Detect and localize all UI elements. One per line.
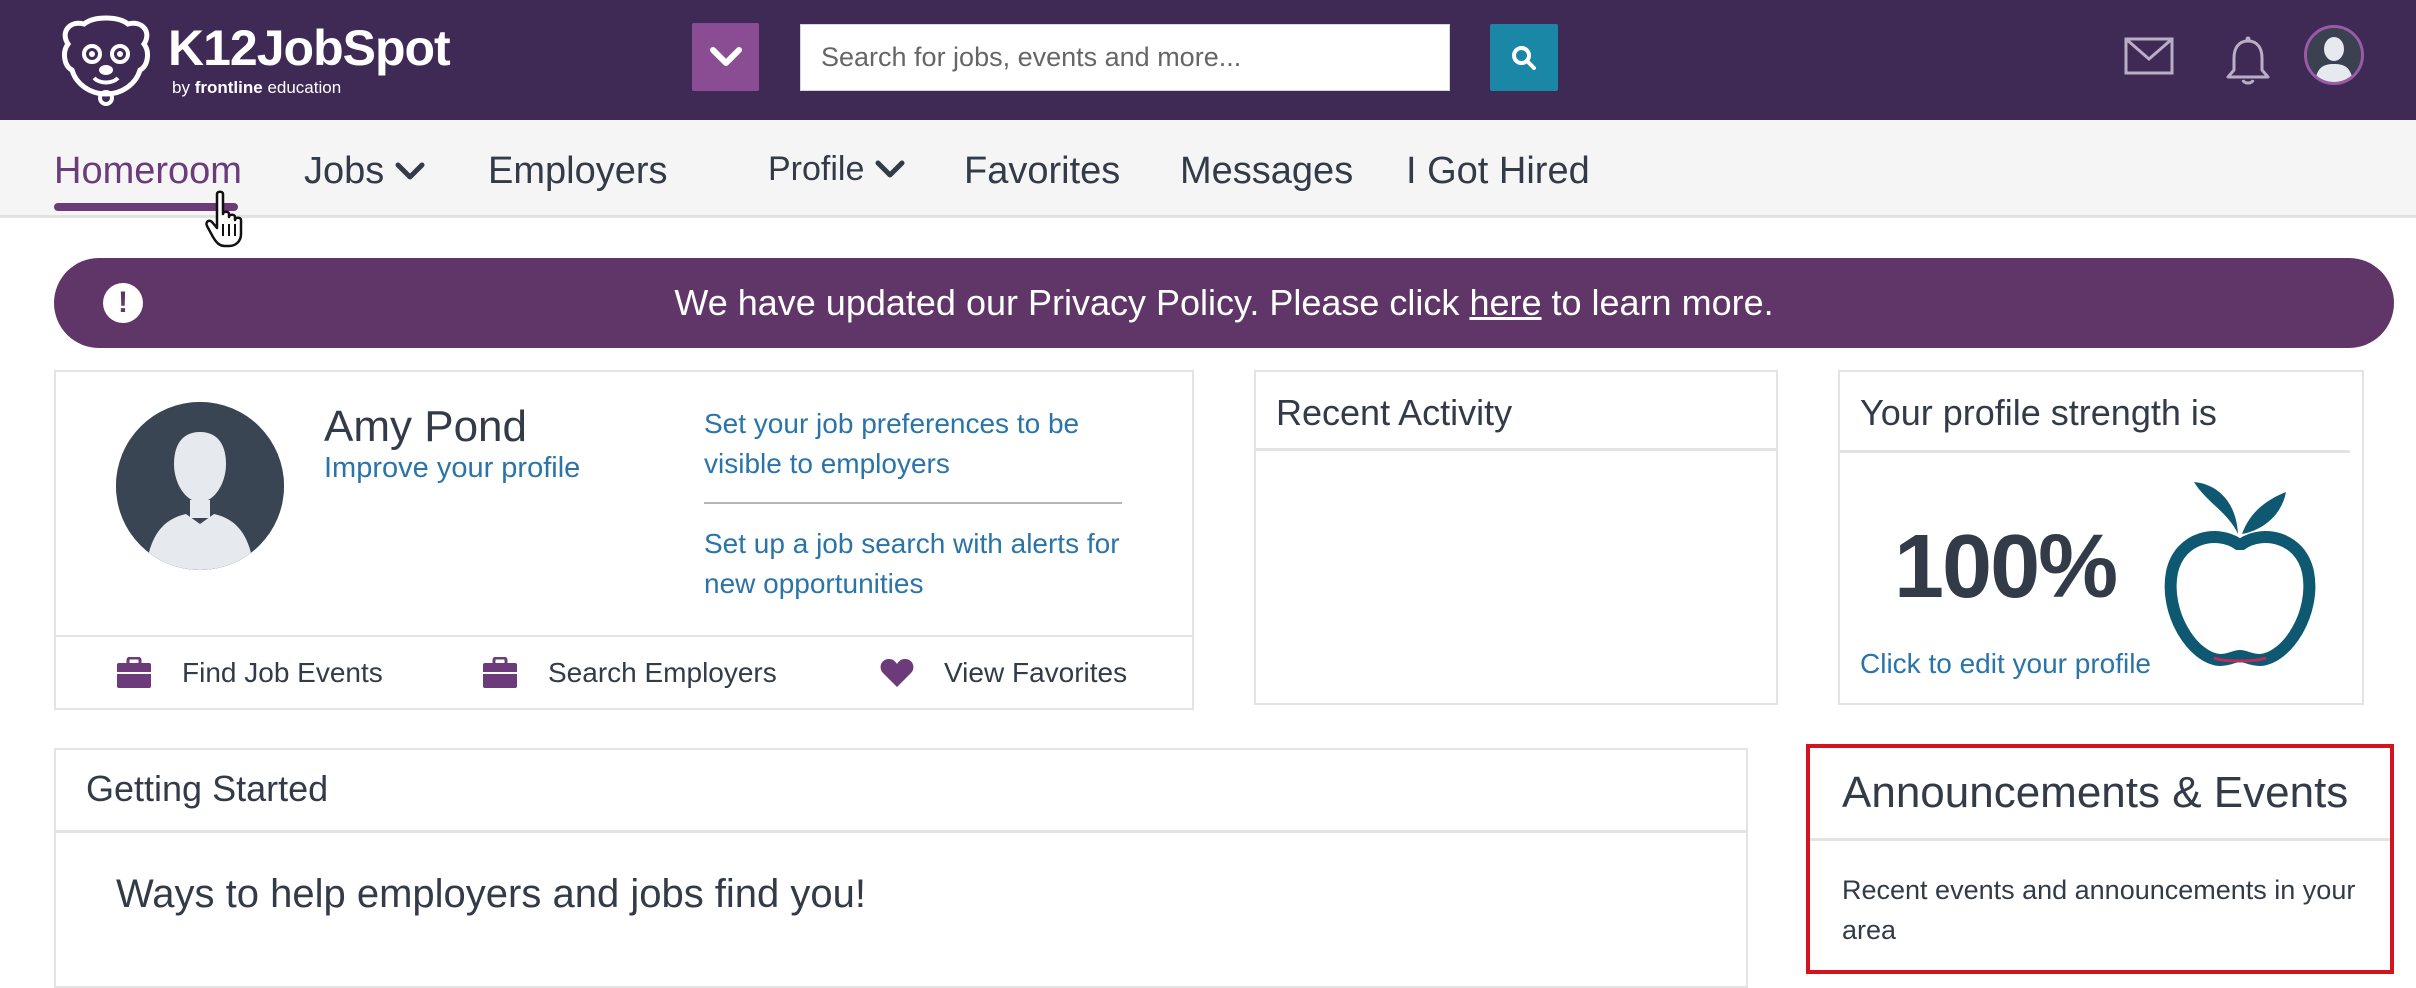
recent-activity-card: Recent Activity [1254,370,1778,705]
mail-icon [2124,37,2174,75]
profile-avatar[interactable] [116,402,284,570]
banner-text-after: to learn more. [1541,282,1774,323]
nav-profile[interactable]: Profile [768,150,906,189]
nav-employers-label: Employers [488,150,668,192]
profile-actions: Find Job Events Search Employers View Fa… [56,635,1192,708]
profile-name: Amy Pond [324,402,527,451]
job-preferences-link[interactable]: Set your job preferences to be visible t… [704,404,1124,484]
privacy-policy-link[interactable]: here [1469,282,1541,323]
brand-text: K12JobSpot by frontline education [168,20,451,98]
user-avatar-button[interactable] [2304,25,2364,85]
search-button[interactable] [1490,24,1558,91]
announcements-events-card: Announcements & Events Recent events and… [1806,744,2394,974]
improve-profile-link[interactable]: Improve your profile [324,452,580,485]
profile-strength-title: Your profile strength is [1860,392,2217,433]
briefcase-icon [117,657,151,688]
banner-text-before: We have updated our Privacy Policy. Plea… [674,282,1470,323]
main-nav: Homeroom Jobs Employers Profile Favorite… [0,120,2416,218]
announcements-title: Announcements & Events [1842,768,2349,817]
dog-mascot-icon [62,15,150,106]
card-divider [56,830,1746,833]
nav-employers[interactable]: Employers [488,150,668,193]
card-divider [1256,448,1776,451]
profile-strength-card: Your profile strength is 100% Click to e… [1838,370,2364,705]
view-favorites-button[interactable]: View Favorites [880,657,1127,689]
nav-i-got-hired[interactable]: I Got Hired [1406,150,1590,193]
search-input[interactable] [800,24,1450,91]
nav-homeroom[interactable]: Homeroom [54,150,242,193]
brand-name: K12JobSpot [168,20,451,76]
chevron-down-icon [709,47,742,66]
k12jobspot-logo[interactable]: K12JobSpot by frontline education [50,14,451,106]
chevron-down-icon [875,160,905,177]
find-job-events-label: Find Job Events [182,657,383,688]
edit-profile-link[interactable]: Click to edit your profile [1860,648,2151,680]
chevron-down-icon [395,162,425,179]
nav-favorites[interactable]: Favorites [964,150,1120,193]
search-employers-button[interactable]: Search Employers [482,657,777,689]
view-favorites-label: View Favorites [944,657,1128,688]
bell-icon [2226,36,2270,85]
notifications-button[interactable] [2224,36,2272,86]
brand-suffix: education [267,78,342,97]
nav-homeroom-label: Homeroom [54,150,242,192]
nav-messages-label: Messages [1180,150,1354,192]
hand-pointer-cursor-icon [205,190,243,248]
messages-button[interactable] [2124,36,2174,76]
brand-company: frontline [194,78,263,97]
card-divider [1840,450,2350,453]
profile-strength-value: 100% [1894,517,2118,617]
announcements-description: Recent events and announcements in your … [1842,875,2356,945]
job-search-alerts-link[interactable]: Set up a job search with alerts for new … [704,524,1124,604]
getting-started-subtitle: Ways to help employers and jobs find you… [116,872,867,916]
apple-icon [2164,482,2316,667]
search-icon [1512,45,1536,70]
recent-activity-title: Recent Activity [1276,392,1513,433]
banner-message: We have updated our Privacy Policy. Plea… [54,282,2394,324]
search-employers-label: Search Employers [548,657,777,688]
nav-jobs[interactable]: Jobs [304,150,426,193]
brand-by: by [172,78,190,97]
nav-favorites-label: Favorites [964,150,1121,192]
links-divider [704,502,1122,504]
briefcase-icon [483,657,517,688]
nav-jobs-label: Jobs [304,150,385,192]
nav-messages[interactable]: Messages [1180,150,1353,193]
card-divider [1810,838,2390,841]
profile-card: Amy Pond Improve your profile Set your j… [54,370,1194,710]
nav-profile-label: Profile [768,150,865,188]
search-category-dropdown[interactable] [692,23,759,91]
user-silhouette-icon [116,402,284,570]
heart-icon [880,659,914,687]
find-job-events-button[interactable]: Find Job Events [116,657,383,689]
top-header: K12JobSpot by frontline education [0,0,2416,120]
user-silhouette-icon [2307,28,2361,82]
privacy-policy-banner: ! We have updated our Privacy Policy. Pl… [54,258,2394,348]
getting-started-title: Getting Started [86,768,329,809]
nav-i-got-hired-label: I Got Hired [1406,150,1590,192]
getting-started-card: Getting Started Ways to help employers a… [54,748,1748,988]
brand-tagline: by frontline education [172,78,450,98]
